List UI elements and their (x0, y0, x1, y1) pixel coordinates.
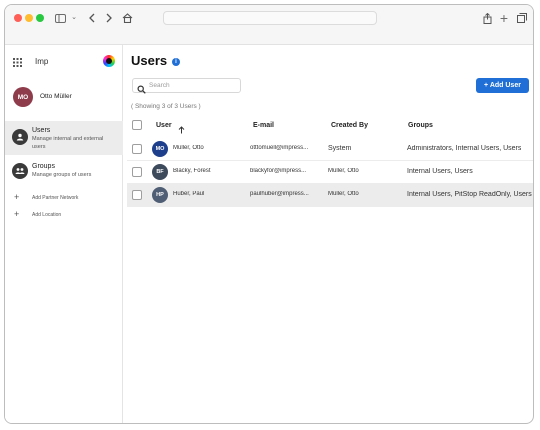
new-tab-icon[interactable]: + (496, 10, 512, 26)
table-row[interactable]: HP Huber, Paul paulhuber@impress... Müll… (127, 184, 533, 207)
column-header-user[interactable]: User (156, 122, 172, 129)
user-avatar: MO (152, 141, 168, 157)
user-avatar: HP (152, 187, 168, 203)
user-name: Müller, Otto (173, 145, 204, 151)
search-icon (137, 81, 146, 94)
search-input[interactable]: Search (132, 78, 241, 94)
search-placeholder: Search (149, 82, 170, 89)
home-icon[interactable] (119, 10, 135, 26)
row-checkbox[interactable] (132, 167, 142, 177)
user-created-by: Müller, Otto (328, 191, 359, 197)
user-groups: Internal Users, Users (407, 168, 473, 175)
user-email: paulhuber@impress... (250, 191, 309, 197)
zoom-window-button[interactable] (36, 14, 44, 22)
user-initials: HP (156, 192, 164, 198)
user-name: Huber, Paul (173, 191, 205, 197)
row-checkbox[interactable] (132, 144, 142, 154)
column-header-email[interactable]: E-mail (253, 122, 274, 129)
browser-window: ⌄ + Imp MO Otto Müller Users Manage inte… (4, 4, 534, 424)
plus-icon[interactable]: + (14, 210, 19, 219)
address-bar[interactable] (163, 11, 377, 25)
sidebar-item-groups-label: Groups (32, 163, 55, 170)
result-count: ( Showing 3 of 3 Users ) (131, 103, 201, 110)
chevron-down-icon[interactable]: ⌄ (66, 10, 82, 26)
info-icon[interactable]: i (172, 58, 180, 66)
sidebar-item-users-subtitle: Manage internal and external users (32, 136, 104, 150)
profile-avatar[interactable]: MO (13, 87, 33, 107)
row-checkbox[interactable] (132, 190, 142, 200)
forward-icon[interactable] (101, 10, 117, 26)
back-icon[interactable] (84, 10, 100, 26)
user-initials: MO (155, 146, 165, 152)
user-created-by: Müller, Otto (328, 168, 359, 174)
group-icon (12, 163, 28, 179)
user-name: Blacky, Forest (173, 168, 211, 174)
user-groups: Administrators, Internal Users, Users (407, 145, 522, 152)
browser-toolbar: ⌄ + (5, 5, 533, 45)
page-title: Users (131, 53, 168, 68)
user-groups: Internal Users, PitStop ReadOnly, Users (407, 191, 532, 198)
sidebar-item-groups-subtitle: Manage groups of users (32, 172, 92, 178)
main-content: Users i Search + Add User ( Showing 3 of… (123, 45, 533, 423)
user-email: otttomuell@impress... (250, 145, 309, 151)
user-email: blackyfor@impress... (250, 168, 307, 174)
minimize-window-button[interactable] (25, 14, 33, 22)
table-row[interactable]: MO Müller, Otto otttomuell@impress... Sy… (127, 138, 533, 161)
tabs-overview-icon[interactable] (514, 10, 530, 26)
arrow-up-icon[interactable] (178, 121, 185, 139)
column-header-groups[interactable]: Groups (408, 122, 433, 129)
app-name: Imp (35, 57, 49, 66)
apps-grid-icon[interactable] (13, 54, 22, 72)
select-all-checkbox[interactable] (132, 120, 142, 130)
column-header-created-by[interactable]: Created By (331, 122, 368, 129)
add-user-button[interactable]: + Add User (476, 78, 529, 93)
sidebar: Imp MO Otto Müller Users Manage internal… (5, 45, 123, 423)
add-partner-network-link[interactable]: Add Partner Network (32, 195, 78, 201)
user-icon (12, 129, 28, 145)
share-icon[interactable] (479, 10, 495, 26)
sidebar-item-users[interactable]: Users Manage internal and external users (5, 121, 123, 155)
add-location-link[interactable]: Add Location (32, 212, 61, 218)
table-row[interactable]: BF Blacky, Forest blackyfor@impress... M… (127, 161, 533, 184)
color-wheel-logo (103, 55, 115, 67)
profile-name: Otto Müller (40, 93, 72, 100)
sidebar-item-users-label: Users (32, 127, 51, 134)
user-initials: BF (156, 169, 164, 175)
profile-initials: MO (17, 93, 29, 101)
plus-icon[interactable]: + (14, 193, 19, 202)
close-window-button[interactable] (14, 14, 22, 22)
user-avatar: BF (152, 164, 168, 180)
sidebar-item-groups[interactable]: Groups Manage groups of users (5, 157, 123, 183)
user-created-by: System (328, 145, 352, 152)
